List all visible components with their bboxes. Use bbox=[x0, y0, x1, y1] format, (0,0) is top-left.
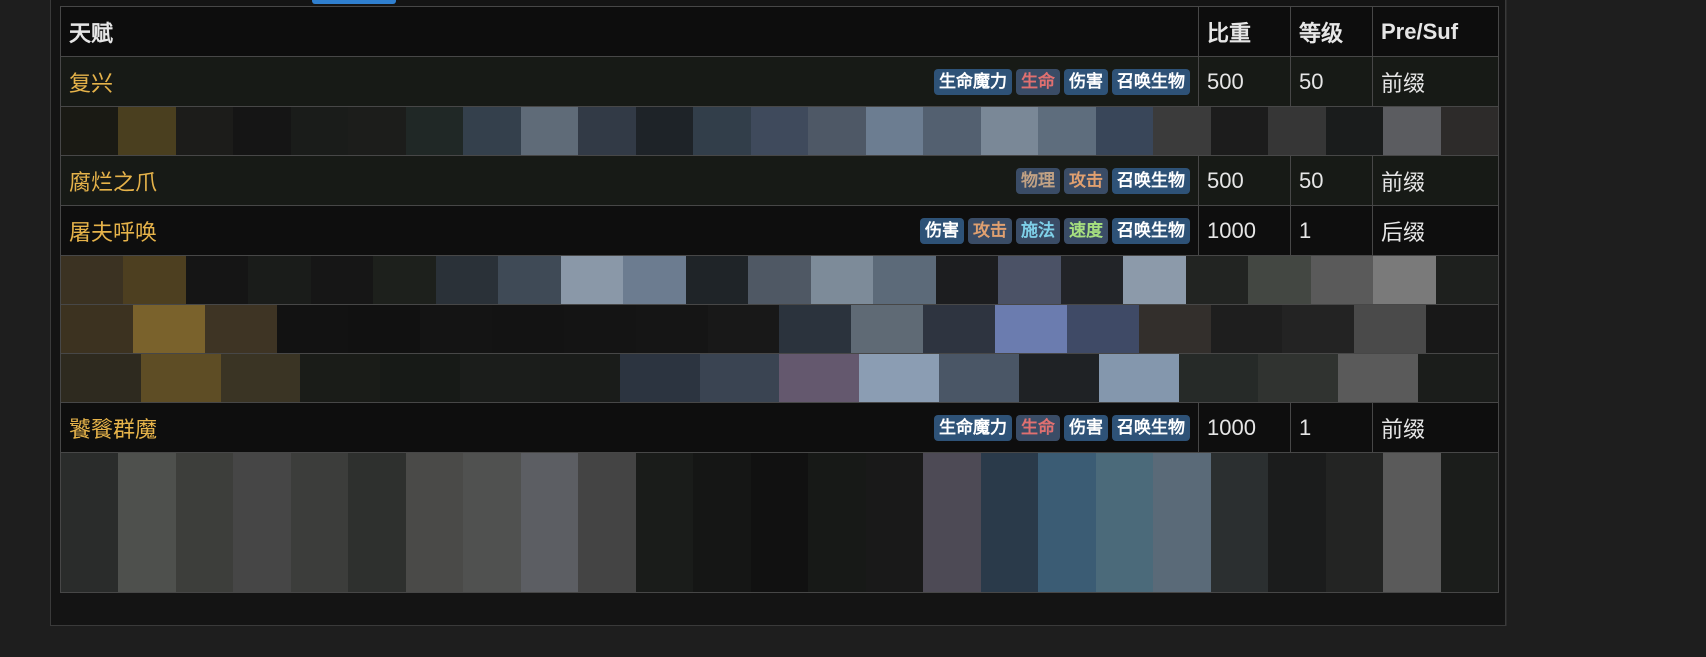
tag: 召唤生物 bbox=[1112, 167, 1190, 194]
mosaic-blur bbox=[61, 354, 1498, 402]
affix-cell: 前缀 bbox=[1372, 402, 1499, 453]
affix-cell: 后缀 bbox=[1372, 205, 1499, 256]
panel-divider bbox=[1506, 0, 1507, 626]
tag: 生命魔力 bbox=[934, 414, 1012, 441]
talent-name[interactable]: 饕餮群魔 bbox=[69, 417, 157, 442]
table-header-row: 天赋 比重 等级 Pre/Suf bbox=[60, 6, 1499, 57]
affix-cell: 前缀 bbox=[1372, 56, 1499, 107]
weight-cell: 1000 bbox=[1198, 205, 1291, 256]
active-tab-indicator[interactable] bbox=[312, 0, 396, 4]
header-weight[interactable]: 比重 bbox=[1198, 6, 1291, 57]
talent-cell: 腐烂之爪 物理 攻击 召唤生物 bbox=[60, 155, 1199, 206]
table-row: 复兴 生命魔力 生命 伤害 召唤生物 500 50 前缀 bbox=[60, 56, 1499, 107]
tag: 生命 bbox=[1016, 68, 1060, 95]
tag-list: 生命魔力 生命 伤害 召唤生物 bbox=[934, 68, 1190, 95]
mosaic-blur bbox=[61, 107, 1498, 155]
mosaic-blur bbox=[61, 453, 1498, 592]
tag: 物理 bbox=[1016, 167, 1060, 194]
affix-cell: 前缀 bbox=[1372, 155, 1499, 206]
table-row: 腐烂之爪 物理 攻击 召唤生物 500 50 前缀 bbox=[60, 155, 1499, 206]
weight-cell: 500 bbox=[1198, 56, 1291, 107]
tag: 伤害 bbox=[1064, 414, 1108, 441]
obscured-row bbox=[60, 106, 1499, 156]
level-cell: 50 bbox=[1290, 56, 1373, 107]
mosaic-blur bbox=[61, 256, 1498, 304]
obscured-row bbox=[60, 452, 1499, 593]
tag: 召唤生物 bbox=[1112, 414, 1190, 441]
tag: 生命 bbox=[1016, 414, 1060, 441]
obscured-row bbox=[60, 353, 1499, 403]
pixelated-content bbox=[60, 106, 1499, 156]
tag-list: 伤害 攻击 施法 速度 召唤生物 bbox=[920, 217, 1190, 244]
level-cell: 1 bbox=[1290, 402, 1373, 453]
table-row: 屠夫呼唤 伤害 攻击 施法 速度 召唤生物 1000 1 后缀 bbox=[60, 205, 1499, 256]
level-cell: 1 bbox=[1290, 205, 1373, 256]
header-level[interactable]: 等级 bbox=[1290, 6, 1373, 57]
pixelated-content bbox=[60, 255, 1499, 305]
tag: 伤害 bbox=[920, 217, 964, 244]
level-cell: 50 bbox=[1290, 155, 1373, 206]
pixelated-content bbox=[60, 452, 1499, 593]
tag-list: 物理 攻击 召唤生物 bbox=[1016, 167, 1190, 194]
weight-cell: 500 bbox=[1198, 155, 1291, 206]
header-affix[interactable]: Pre/Suf bbox=[1372, 6, 1499, 57]
tag: 攻击 bbox=[1064, 167, 1108, 194]
tag: 速度 bbox=[1064, 217, 1108, 244]
tag: 召唤生物 bbox=[1112, 217, 1190, 244]
talent-name[interactable]: 复兴 bbox=[69, 71, 113, 96]
tag: 施法 bbox=[1016, 217, 1060, 244]
table-row: 饕餮群魔 生命魔力 生命 伤害 召唤生物 1000 1 前缀 bbox=[60, 402, 1499, 453]
talent-name[interactable]: 腐烂之爪 bbox=[69, 170, 157, 195]
tag-list: 生命魔力 生命 伤害 召唤生物 bbox=[934, 414, 1190, 441]
talent-cell: 复兴 生命魔力 生命 伤害 召唤生物 bbox=[60, 56, 1199, 107]
tag: 生命魔力 bbox=[934, 68, 1012, 95]
mosaic-blur bbox=[61, 305, 1498, 353]
obscured-row bbox=[60, 255, 1499, 305]
weight-cell: 1000 bbox=[1198, 402, 1291, 453]
tag: 攻击 bbox=[968, 217, 1012, 244]
tag: 伤害 bbox=[1064, 68, 1108, 95]
pixelated-content bbox=[60, 353, 1499, 403]
talent-table: 天赋 比重 等级 Pre/Suf 复兴 生命魔力 生命 伤害 召唤生物 500 … bbox=[60, 6, 1499, 593]
talent-cell: 饕餮群魔 生命魔力 生命 伤害 召唤生物 bbox=[60, 402, 1199, 453]
header-talent[interactable]: 天赋 bbox=[60, 6, 1199, 57]
talent-name[interactable]: 屠夫呼唤 bbox=[69, 220, 157, 245]
obscured-row bbox=[60, 304, 1499, 354]
tag: 召唤生物 bbox=[1112, 68, 1190, 95]
pixelated-content bbox=[60, 304, 1499, 354]
talent-cell: 屠夫呼唤 伤害 攻击 施法 速度 召唤生物 bbox=[60, 205, 1199, 256]
